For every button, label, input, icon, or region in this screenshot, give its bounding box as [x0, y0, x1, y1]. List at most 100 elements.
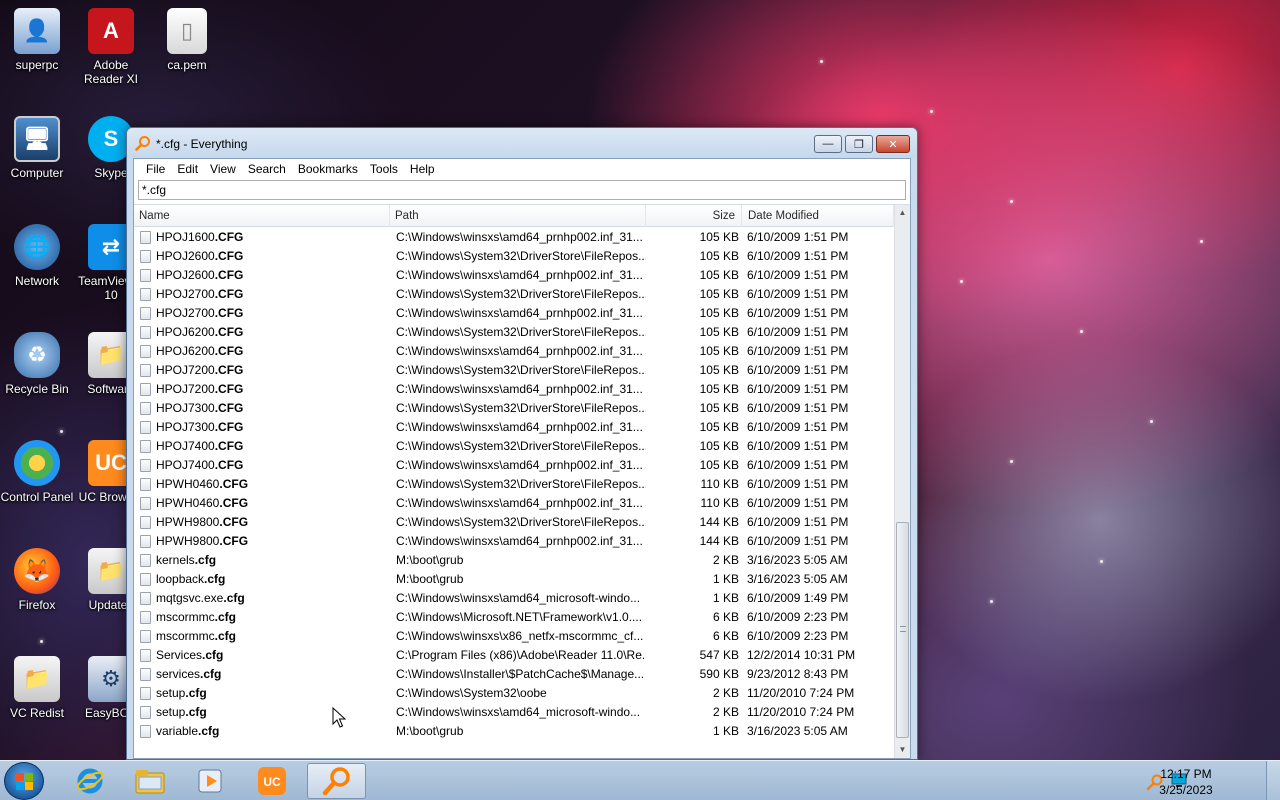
- table-row[interactable]: HPOJ2700.CFG C:\Windows\System32\DriverSt…: [134, 285, 894, 304]
- search-input[interactable]: [138, 180, 906, 200]
- file-path: C:\Windows\System32\DriverStore\FileRepo…: [396, 287, 646, 301]
- table-row[interactable]: kernels.cfg M:\boot\grub 2 KB 3/16/2023 5:0…: [134, 551, 894, 570]
- desktop-icon-superpc[interactable]: 👤 superpc: [0, 8, 74, 72]
- vertical-scrollbar[interactable]: ▲ ▼: [894, 205, 910, 758]
- close-button[interactable]: ✕: [876, 135, 910, 153]
- file-name-base: HPOJ7300: [156, 420, 215, 434]
- table-row[interactable]: HPWH0460.CFG C:\Windows\System32\DriverSt…: [134, 475, 894, 494]
- table-row[interactable]: loopback.cfg M:\boot\grub 1 KB 3/16/2023 5:…: [134, 570, 894, 589]
- file-date-modified: 6/10/2009 1:51 PM: [747, 325, 849, 339]
- scroll-up-arrow-icon[interactable]: ▲: [895, 205, 910, 221]
- table-row[interactable]: HPOJ6200.CFG C:\Windows\System32\DriverSt…: [134, 323, 894, 342]
- start-button[interactable]: [4, 762, 44, 800]
- file-name-ext: .cfg: [214, 610, 237, 624]
- table-row[interactable]: mscormmc.cfg C:\Windows\Microsoft.NET\Fra…: [134, 608, 894, 627]
- maximize-icon: ❐: [854, 138, 864, 151]
- control-panel-icon: [14, 440, 60, 486]
- table-row[interactable]: Services.cfg C:\Program Files (x86)\Adobe…: [134, 646, 894, 665]
- column-header-date-modified[interactable]: Date Modified: [742, 205, 894, 227]
- table-row[interactable]: HPOJ2600.CFG C:\Windows\System32\DriverSt…: [134, 247, 894, 266]
- file-name-base: HPOJ2600: [156, 249, 215, 263]
- file-name-ext: .cfg: [204, 572, 226, 586]
- file-size: 2 KB: [712, 705, 739, 719]
- desktop-icon-adobe-reader[interactable]: A Adobe Reader XI: [74, 8, 148, 86]
- table-row[interactable]: HPOJ1600.CFG C:\Windows\winsxs\amd64_prnh…: [134, 228, 894, 247]
- taskbar-media-player[interactable]: [182, 763, 238, 799]
- desktop-icon-recycle-bin[interactable]: ♻ Recycle Bin: [0, 332, 74, 396]
- file-name-ext: .CFG: [219, 496, 249, 510]
- table-row[interactable]: setup.cfg C:\Windows\winsxs\amd64_microso…: [134, 703, 894, 722]
- desktop-icon-vc-redist[interactable]: 📁 VC Redist: [0, 656, 74, 720]
- menu-tools[interactable]: Tools: [364, 162, 404, 176]
- taskbar-internet-explorer[interactable]: [62, 763, 118, 799]
- file-name-ext: .CFG: [214, 306, 244, 320]
- menu-edit[interactable]: Edit: [171, 162, 204, 176]
- column-header-name[interactable]: Name: [134, 205, 390, 227]
- cfg-file-icon: [140, 288, 151, 301]
- taskbar-file-explorer[interactable]: [122, 763, 178, 799]
- table-row[interactable]: HPWH0460.CFG C:\Windows\winsxs\amd64_prnh…: [134, 494, 894, 513]
- file-name-ext: .cfg: [194, 553, 217, 567]
- file-name: HPWH9800.CFG: [156, 515, 248, 529]
- table-row[interactable]: mqtgsvc.exe.cfg C:\Windows\winsxs\amd64_m…: [134, 589, 894, 608]
- column-header-path[interactable]: Path: [390, 205, 646, 227]
- file-size: 105 KB: [699, 382, 739, 396]
- table-row[interactable]: HPOJ7200.CFG C:\Windows\winsxs\amd64_prnh…: [134, 380, 894, 399]
- file-explorer-icon: [135, 770, 165, 794]
- show-desktop-button[interactable]: [1266, 761, 1280, 800]
- file-name: HPOJ6200.CFG: [156, 344, 243, 358]
- menu-bookmarks[interactable]: Bookmarks: [292, 162, 364, 176]
- table-row[interactable]: HPOJ7400.CFG C:\Windows\System32\DriverSt…: [134, 437, 894, 456]
- table-row[interactable]: HPWH9800.CFG C:\Windows\System32\DriverSt…: [134, 513, 894, 532]
- desktop-icon-ca-pem[interactable]: ▯ ca.pem: [150, 8, 224, 72]
- table-row[interactable]: HPOJ7400.CFG C:\Windows\winsxs\amd64_prnh…: [134, 456, 894, 475]
- menu-help[interactable]: Help: [404, 162, 441, 176]
- table-row[interactable]: services.cfg C:\Windows\Installer\$PatchC…: [134, 665, 894, 684]
- table-row[interactable]: HPOJ7200.CFG C:\Windows\System32\DriverSt…: [134, 361, 894, 380]
- desktop-icon-firefox[interactable]: 🦊 Firefox: [0, 548, 74, 612]
- computer-icon: 🖥: [14, 116, 60, 162]
- desktop-icon-label: Computer: [10, 166, 64, 180]
- minimize-icon: —: [822, 138, 834, 150]
- table-row[interactable]: HPOJ7300.CFG C:\Windows\winsxs\amd64_prnh…: [134, 418, 894, 437]
- table-row[interactable]: HPOJ6200.CFG C:\Windows\winsxs\amd64_prnh…: [134, 342, 894, 361]
- minimize-button[interactable]: —: [814, 135, 842, 153]
- table-row[interactable]: variable.cfg M:\boot\grub 1 KB 3/16/2023 5:…: [134, 722, 894, 741]
- column-header-size[interactable]: Size: [646, 205, 742, 227]
- file-name-ext: .cfg: [198, 724, 220, 738]
- cfg-file-icon: [140, 250, 151, 263]
- file-path: C:\Windows\winsxs\amd64_prnhp002.inf_31.…: [396, 268, 643, 282]
- taskbar-everything[interactable]: [307, 763, 366, 799]
- file-name-base: services: [156, 667, 201, 681]
- table-row[interactable]: HPOJ7300.CFG C:\Windows\System32\DriverSt…: [134, 399, 894, 418]
- cfg-file-icon: [140, 573, 151, 586]
- menu-search[interactable]: Search: [242, 162, 292, 176]
- clock-time[interactable]: 12:17 PM: [1146, 767, 1226, 781]
- desktop-icon-network[interactable]: 🌐 Network: [0, 224, 74, 288]
- clock-date[interactable]: 3/25/2023: [1146, 783, 1226, 797]
- table-row[interactable]: setup.cfg C:\Windows\System32\oobe 2 KB 11/…: [134, 684, 894, 703]
- menu-view[interactable]: View: [204, 162, 242, 176]
- user-folder-icon: 👤: [14, 8, 60, 54]
- table-row[interactable]: HPOJ2600.CFG C:\Windows\winsxs\amd64_prnh…: [134, 266, 894, 285]
- scroll-down-arrow-icon[interactable]: ▼: [895, 742, 910, 758]
- file-name-base: HPWH0460: [156, 477, 220, 491]
- table-row[interactable]: HPOJ2700.CFG C:\Windows\winsxs\amd64_prnh…: [134, 304, 894, 323]
- desktop-icon-computer[interactable]: 🖥 Computer: [0, 116, 74, 180]
- file-name: HPOJ1600.CFG: [156, 230, 243, 244]
- scroll-thumb[interactable]: [896, 522, 909, 738]
- file-path: C:\Windows\winsxs\amd64_prnhp002.inf_31.…: [396, 306, 643, 320]
- title-bar[interactable]: *.cfg - Everything — ❐ ✕: [127, 128, 917, 158]
- menu-file[interactable]: File: [140, 162, 171, 176]
- file-date-modified: 6/10/2009 1:51 PM: [747, 420, 849, 434]
- maximize-button[interactable]: ❐: [845, 135, 873, 153]
- file-size: 105 KB: [699, 230, 739, 244]
- file-date-modified: 6/10/2009 1:51 PM: [747, 458, 849, 472]
- table-row[interactable]: mscormmc.cfg C:\Windows\winsxs\x86_netfx-…: [134, 627, 894, 646]
- table-row[interactable]: HPWH9800.CFG C:\Windows\winsxs\amd64_prnh…: [134, 532, 894, 551]
- file-name-base: HPOJ2700: [156, 306, 215, 320]
- taskbar-uc-browser[interactable]: UC: [244, 763, 300, 799]
- desktop-icon-control-panel[interactable]: Control Panel: [0, 440, 74, 504]
- cfg-file-icon: [140, 478, 151, 491]
- file-path: C:\Windows\System32\DriverStore\FileRepo…: [396, 515, 646, 529]
